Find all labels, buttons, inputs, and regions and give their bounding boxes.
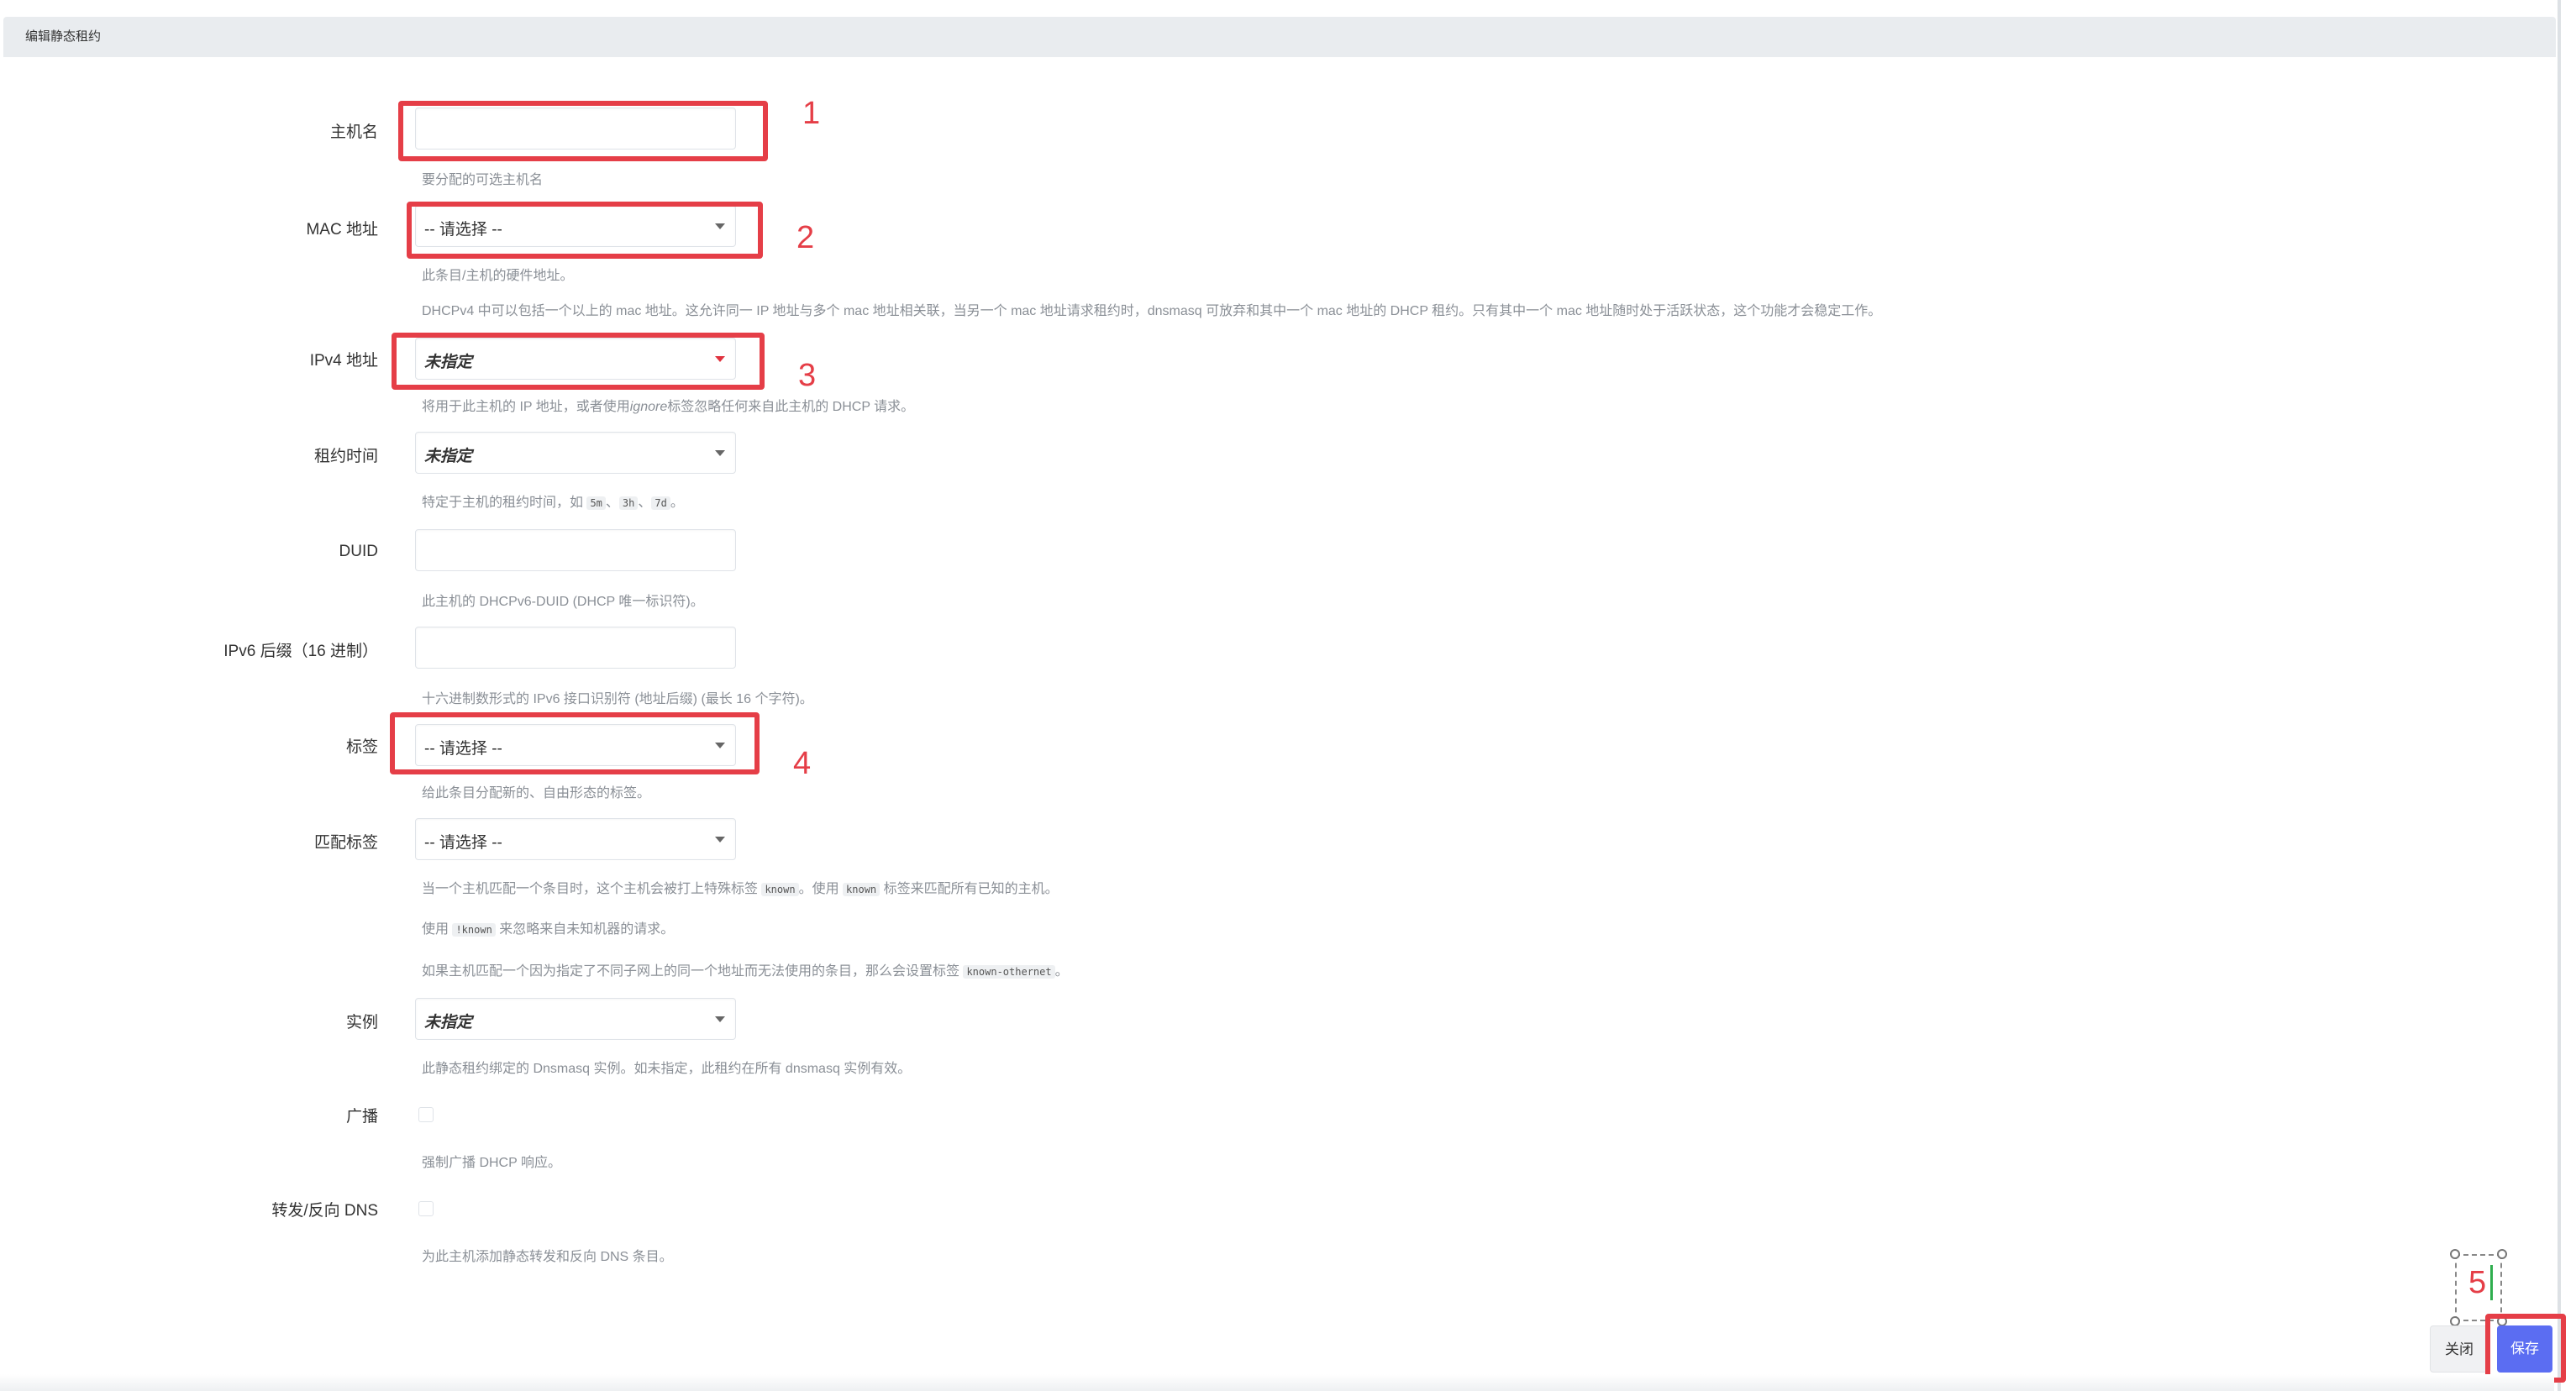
hostname-label: 主机名 — [329, 123, 378, 141]
duid-input[interactable] — [415, 529, 736, 571]
tag-hint: 给此条目分配新的、自由形态的标签。 — [422, 786, 651, 800]
ipv4-label: IPv4 地址 — [309, 352, 378, 370]
broadcast-hint: 强制广播 DHCP 响应。 — [422, 1156, 561, 1170]
dns-label: 转发/反向 DNS — [271, 1202, 378, 1220]
instance-label: 实例 — [345, 1014, 378, 1031]
annotation-number-5: 5 — [2468, 1265, 2487, 1300]
dns-hint: 为此主机添加静态转发和反向 DNS 条目。 — [422, 1250, 673, 1264]
tag-label: 标签 — [345, 738, 378, 756]
duid-hint: 此主机的 DHCPv6-DUID (DHCP 唯一标识符)。 — [422, 595, 704, 609]
annotation-box-4 — [390, 712, 760, 774]
dialog-header: 编辑静态租约 — [3, 17, 2556, 57]
instance-hint: 此静态租约绑定的 Dnsmasq 实例。如未指定，此租约在所有 dnsmasq … — [422, 1062, 912, 1076]
match-tag-label: 匹配标签 — [313, 834, 378, 852]
match-tag-hint-unknown: 使用 !known 来忽略来自未知机器的请求。 — [422, 922, 675, 937]
annotation-box-1 — [398, 101, 768, 161]
lease-select-value: 未指定 — [424, 448, 473, 465]
annotation-number-3: 3 — [798, 358, 817, 393]
chevron-down-icon — [715, 450, 725, 456]
dns-checkbox[interactable] — [418, 1201, 434, 1216]
match-tag-select-value: -- 请选择 -- — [424, 834, 502, 852]
annotation-number-2: 2 — [796, 220, 815, 255]
mac-hint-detail: DHCPv4 中可以包括一个以上的 mac 地址。这允许同一 IP 地址与多个 … — [422, 304, 1882, 318]
match-tag-hint: 当一个主机匹配一个条目时，这个主机会被打上特殊标签 known 。使用 known… — [422, 882, 1059, 896]
resize-handle[interactable] — [2450, 1249, 2460, 1259]
resize-handle[interactable] — [2497, 1249, 2507, 1259]
annotation-number-1: 1 — [802, 96, 821, 131]
match-tag-select[interactable]: -- 请选择 -- — [415, 818, 736, 860]
hostname-hint: 要分配的可选主机名 — [422, 173, 544, 187]
chevron-down-icon — [715, 1016, 725, 1022]
annotation-box-3 — [392, 333, 765, 390]
ipv6-suffix-label: IPv6 后缀（16 进制） — [223, 643, 378, 660]
broadcast-checkbox[interactable] — [418, 1107, 434, 1122]
chevron-down-icon — [715, 837, 725, 842]
match-tag-hint-othernet: 如果主机匹配一个因为指定了不同子网上的同一个地址而无法使用的条目，那么会设置标签… — [422, 964, 1069, 979]
dialog-title: 编辑静态租约 — [25, 29, 102, 44]
mac-label: MAC 地址 — [306, 221, 378, 239]
duid-label: DUID — [339, 543, 378, 560]
scrollbar[interactable] — [2558, 0, 2561, 1391]
instance-select[interactable]: 未指定 — [415, 998, 736, 1040]
text-cursor — [2490, 1265, 2493, 1300]
ipv6-suffix-hint: 十六进制数形式的 IPv6 接口识别符 (地址后缀) (最长 16 个字符)。 — [422, 692, 813, 706]
lease-select[interactable]: 未指定 — [415, 432, 736, 474]
lease-hint: 特定于主机的租约时间，如 5m、 3h、 7d。 — [422, 496, 684, 510]
ipv4-hint: 将用于此主机的 IP 地址，或者使用ignore标签忽略任何来自此主机的 DHC… — [422, 400, 915, 414]
mac-hint: 此条目/主机的硬件地址。 — [422, 269, 574, 283]
annotation-box-5 — [2485, 1314, 2566, 1383]
instance-select-value: 未指定 — [424, 1014, 473, 1031]
lease-label: 租约时间 — [313, 448, 378, 465]
broadcast-label: 广播 — [345, 1108, 378, 1126]
ipv6-suffix-input[interactable] — [415, 627, 736, 669]
annotation-box-2 — [407, 202, 763, 259]
annotation-number-4: 4 — [793, 746, 812, 781]
footer-shadow — [0, 1374, 2554, 1391]
close-button[interactable]: 关闭 — [2430, 1325, 2489, 1373]
